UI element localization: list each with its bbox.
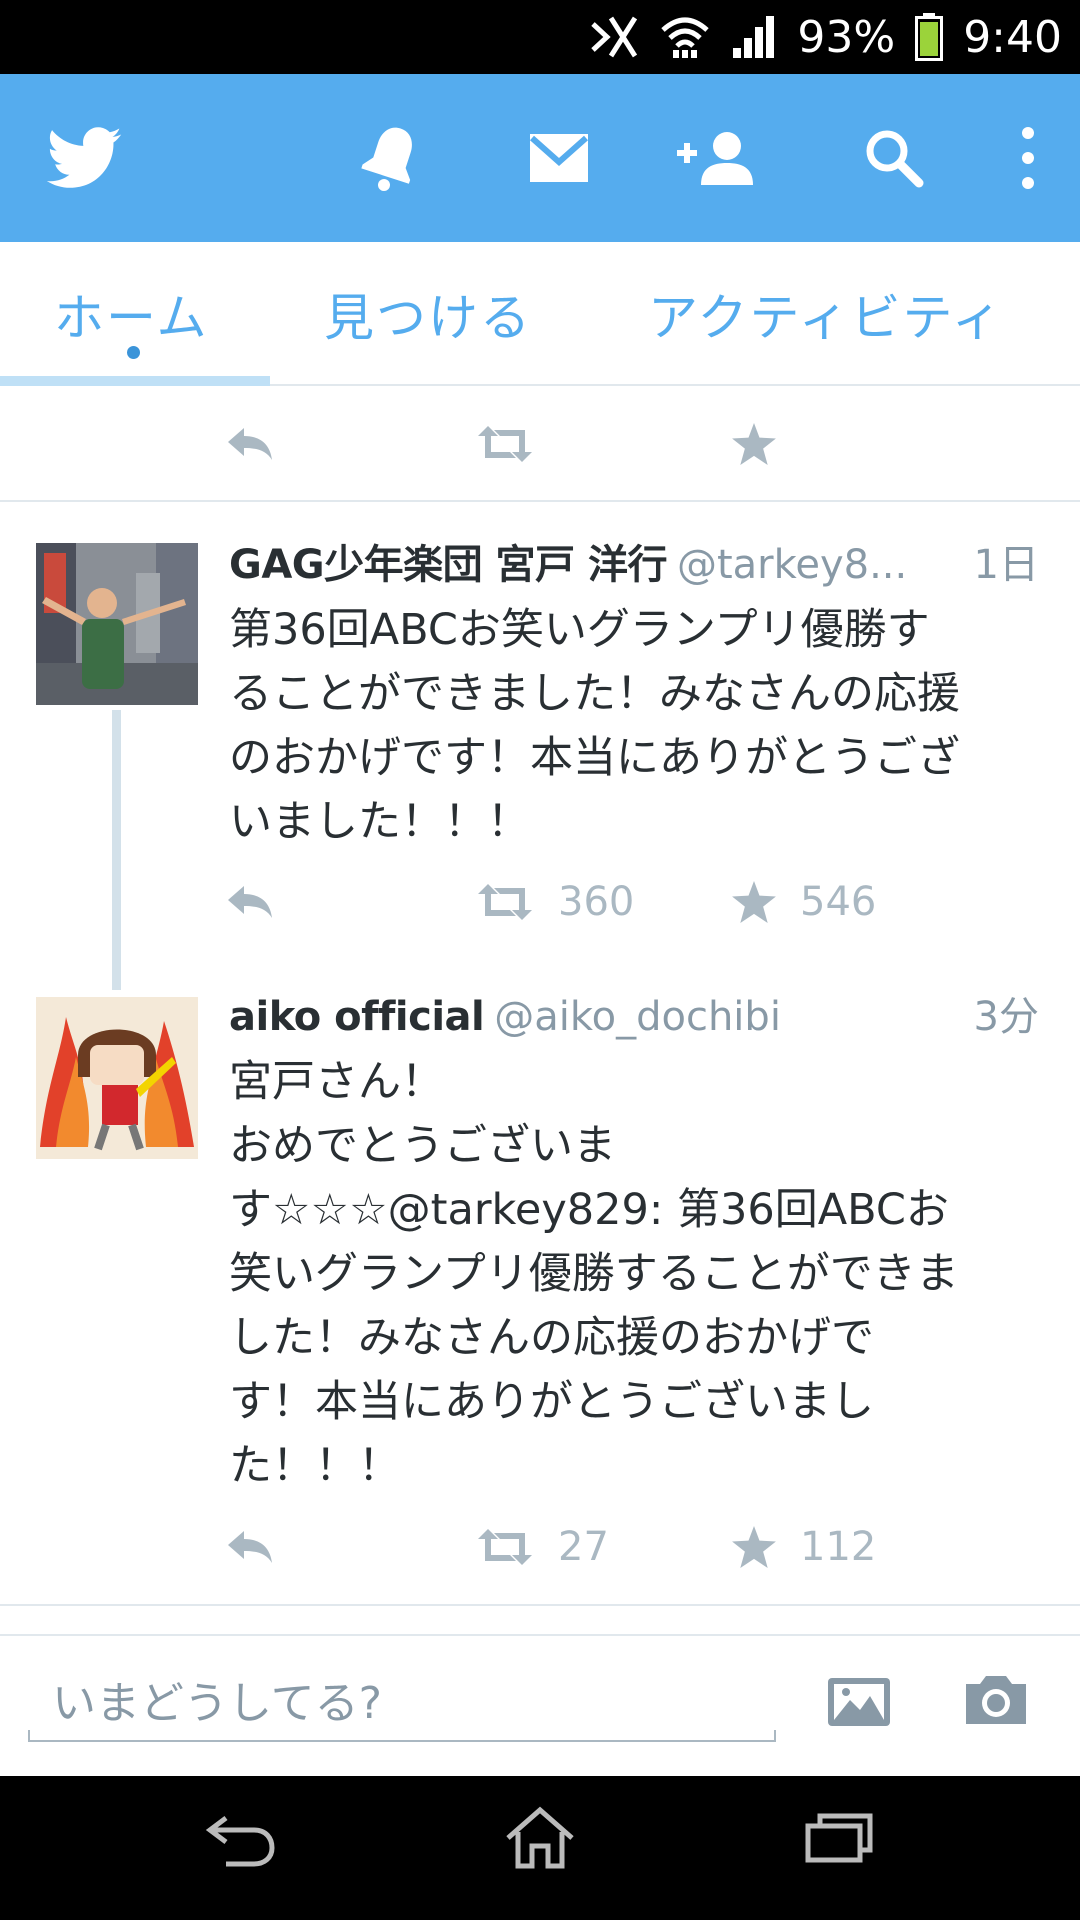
overflow-menu-icon[interactable] [1012, 118, 1044, 198]
tab-home[interactable]: ホーム [54, 278, 209, 350]
reply-button[interactable] [226, 414, 274, 474]
back-icon[interactable] [204, 1812, 276, 1872]
star-icon [732, 1526, 776, 1568]
avatar[interactable] [36, 997, 198, 1159]
retweet-button[interactable]: 27 [476, 1517, 609, 1577]
twitter-logo-icon[interactable] [44, 118, 124, 198]
tweet-actions: 27 112 [0, 1517, 1080, 1577]
tweet-time: 1日 [973, 542, 1039, 588]
avatar[interactable] [36, 543, 198, 705]
system-nav-bar [0, 1776, 1080, 1920]
retweet-count: 360 [558, 879, 635, 925]
favorite-button[interactable]: 112 [732, 1517, 876, 1577]
clock: 9:40 [963, 11, 1062, 63]
tweet-time: 3分 [973, 994, 1039, 1040]
battery-percent: 93% [797, 11, 896, 63]
status-bar: 93% 9:40 [0, 0, 1080, 74]
tab-discover[interactable]: 見つける [324, 278, 532, 350]
compose-input[interactable]: いまどうしてる? [28, 1672, 776, 1742]
search-icon[interactable] [862, 118, 926, 198]
retweet-button[interactable] [476, 414, 534, 474]
tab-home-unread-dot [127, 346, 140, 359]
active-tab-indicator [0, 376, 270, 386]
reply-button[interactable] [226, 1517, 274, 1577]
tab-bar: ホーム 見つける アクティビティ [0, 242, 1080, 386]
home-icon[interactable] [504, 1806, 576, 1874]
tweet-text: 宮戸さん！ おめでとうございま す☆☆☆@tarkey829: 第36回ABCお… [229, 1057, 959, 1491]
divider [0, 500, 1080, 502]
reply-icon [228, 428, 272, 460]
conversation-thread-line [112, 710, 121, 990]
favorite-button[interactable] [732, 414, 776, 474]
star-icon [732, 881, 776, 923]
retweet-icon [478, 1529, 532, 1565]
retweet-button[interactable]: 360 [476, 872, 634, 932]
retweet-count: 27 [558, 1524, 609, 1570]
status-icons: 93% 9:40 [589, 0, 1062, 74]
recent-apps-icon[interactable] [804, 1812, 874, 1868]
reply-icon [228, 1531, 272, 1563]
reply-icon [228, 886, 272, 918]
star-icon [732, 423, 776, 465]
follow-person-icon[interactable] [672, 118, 764, 198]
tweet-actions [0, 414, 1080, 474]
retweet-icon [478, 884, 532, 920]
favorite-count: 112 [800, 1524, 877, 1570]
tab-activity[interactable]: アクティビティ [648, 278, 1004, 350]
favorite-count: 546 [800, 879, 877, 925]
notifications-bell-icon[interactable] [356, 118, 426, 198]
divider [0, 1604, 1080, 1606]
tweet-actions: 360 546 [0, 872, 1080, 932]
user-handle[interactable]: @tarkey8... [677, 542, 907, 588]
user-handle[interactable]: @aiko_dochibi [494, 994, 781, 1040]
reply-button[interactable] [226, 872, 274, 932]
user-name[interactable]: aiko official [229, 994, 485, 1040]
tweet-text: 第36回ABCお笑いグランプリ優勝す ることができました！みなさんの応援 のおか… [229, 605, 960, 847]
signal-icon [733, 16, 775, 58]
add-photo-icon[interactable] [826, 1676, 892, 1732]
wifi-icon [661, 17, 710, 58]
app-bar [0, 74, 1080, 242]
favorite-button[interactable]: 546 [732, 872, 876, 932]
user-name[interactable]: GAG少年楽団 宮戸 洋行 [229, 542, 667, 588]
messages-envelope-icon[interactable] [524, 118, 594, 198]
retweet-icon [478, 426, 532, 462]
no-sim-icon [591, 16, 638, 58]
tweet-header: GAG少年楽団 宮戸 洋行 @tarkey8... 1日 [229, 535, 1039, 595]
compose-bar: いまどうしてる? [0, 1634, 1080, 1778]
battery-icon [915, 13, 944, 61]
tweet-header: aiko official @aiko_dochibi 3分 [229, 987, 1039, 1047]
camera-icon[interactable] [962, 1672, 1030, 1732]
